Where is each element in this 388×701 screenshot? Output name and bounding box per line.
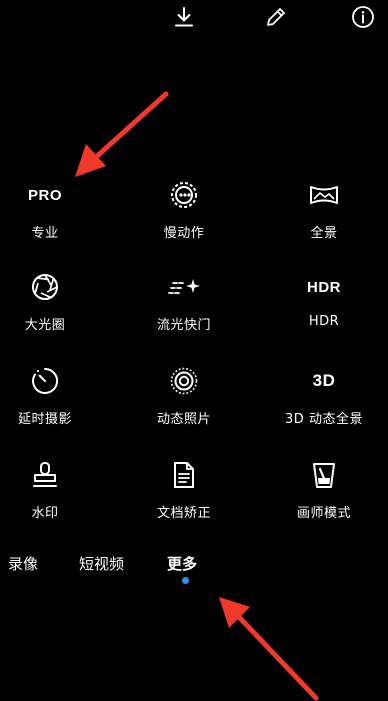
annotation-arrows bbox=[75, 91, 319, 701]
annotation-arrow-top bbox=[75, 91, 169, 177]
annotation-arrow-bottom bbox=[219, 597, 319, 701]
